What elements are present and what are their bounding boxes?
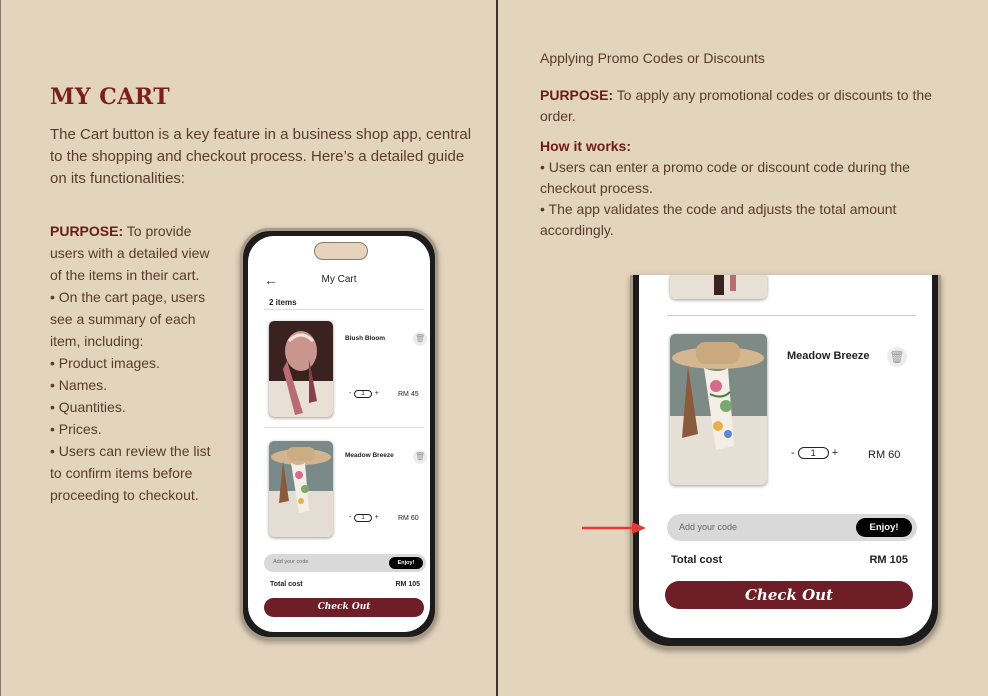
trash-icon[interactable]: 🗑 [413,450,427,464]
checkout-button[interactable]: Check Out [264,598,424,617]
total-label: Total cost [270,581,303,588]
page-title: MY CART [50,84,171,110]
promo-placeholder: Add your code [679,522,738,532]
purpose-label: PURPOSE: [50,223,124,239]
phone-mockup-zoomed: Meadow Breeze 🗑 -1 + RM 60 Add your code … [630,275,941,649]
total-value: RM 105 [395,581,420,588]
promo-placeholder: Add your code [273,559,309,565]
phone-screen: Meadow Breeze 🗑 -1 + RM 60 Add your code … [639,275,932,638]
how-it-works-label: How it works: [540,138,632,154]
trash-icon[interactable]: 🗑 [887,347,907,367]
intro-paragraph: The Cart button is a key feature in a bu… [50,126,472,187]
cart-title: My Cart [321,274,357,285]
promo-code-input[interactable]: Add your code Enjoy! [264,554,426,572]
bullet-names: • Names. [50,377,108,393]
product-image-meadow-breeze[interactable] [670,334,767,485]
bullet-prices: • Prices. [50,421,102,437]
dynamic-island [314,242,368,260]
purpose-block: PURPOSE: To provide users with a detaile… [50,220,220,506]
product-image-cropped[interactable] [670,275,767,299]
phone-mockup-small: ← My Cart 2 items Blush Bloom 🗑 -1 + RM 4… [240,228,438,640]
page-spine [496,0,498,696]
bullet-quantities: • Quantities. [50,399,126,415]
item-name: Meadow Breeze [787,350,870,362]
how-bullet-validate: • The app validates the code and adjusts… [540,201,897,238]
quantity-stepper[interactable]: -1 + [349,390,379,398]
promo-code-input[interactable]: Add your code Enjoy! [667,514,917,541]
how-bullet-enter: • Users can enter a promo code or discou… [540,159,910,196]
quantity-stepper[interactable]: -1 + [349,514,379,522]
bullet-summary: • On the cart page, users see a summary … [50,289,206,349]
quantity-stepper[interactable]: -1 + [791,447,838,459]
quantity-value[interactable]: 1 [354,390,372,398]
item-name: Meadow Breeze [345,452,394,459]
enjoy-button[interactable]: Enjoy! [856,518,912,537]
divider [264,309,424,310]
purpose-paragraph: PURPOSE: To apply any promotional codes … [540,85,950,127]
scarf-photo [269,321,333,417]
how-it-works-block: How it works: • Users can enter a promo … [540,136,950,241]
bullet-review: • Users can review the list to confirm i… [50,443,211,503]
bullet-images: • Product images. [50,355,160,371]
purpose-label: PURPOSE: [540,87,614,103]
quantity-value[interactable]: 1 [797,447,829,459]
item-count: 2 items [269,298,297,307]
scarf-photo [670,334,767,485]
scarf-photo [670,275,767,299]
item-price: RM 60 [398,515,419,522]
arrow-right-icon [582,522,646,534]
trash-icon[interactable]: 🗑 [413,332,427,346]
enjoy-button[interactable]: Enjoy! [389,557,423,569]
item-name: Blush Bloom [345,335,386,342]
quantity-value[interactable]: 1 [354,514,372,522]
cart-header: ← My Cart [248,272,430,292]
product-image-blush-bloom[interactable] [269,321,333,417]
total-value: RM 105 [869,554,908,566]
item-price: RM 45 [398,391,419,398]
scarf-photo [269,441,333,537]
checkout-button[interactable]: Check Out [665,581,913,609]
item-price: RM 60 [868,449,901,461]
section-heading: Applying Promo Codes or Discounts [540,50,765,66]
divider [264,427,424,428]
total-label: Total cost [671,554,723,566]
phone-screen: ← My Cart 2 items Blush Bloom 🗑 -1 + RM 4… [248,236,430,632]
divider [667,315,916,316]
product-image-meadow-breeze[interactable] [269,441,333,537]
